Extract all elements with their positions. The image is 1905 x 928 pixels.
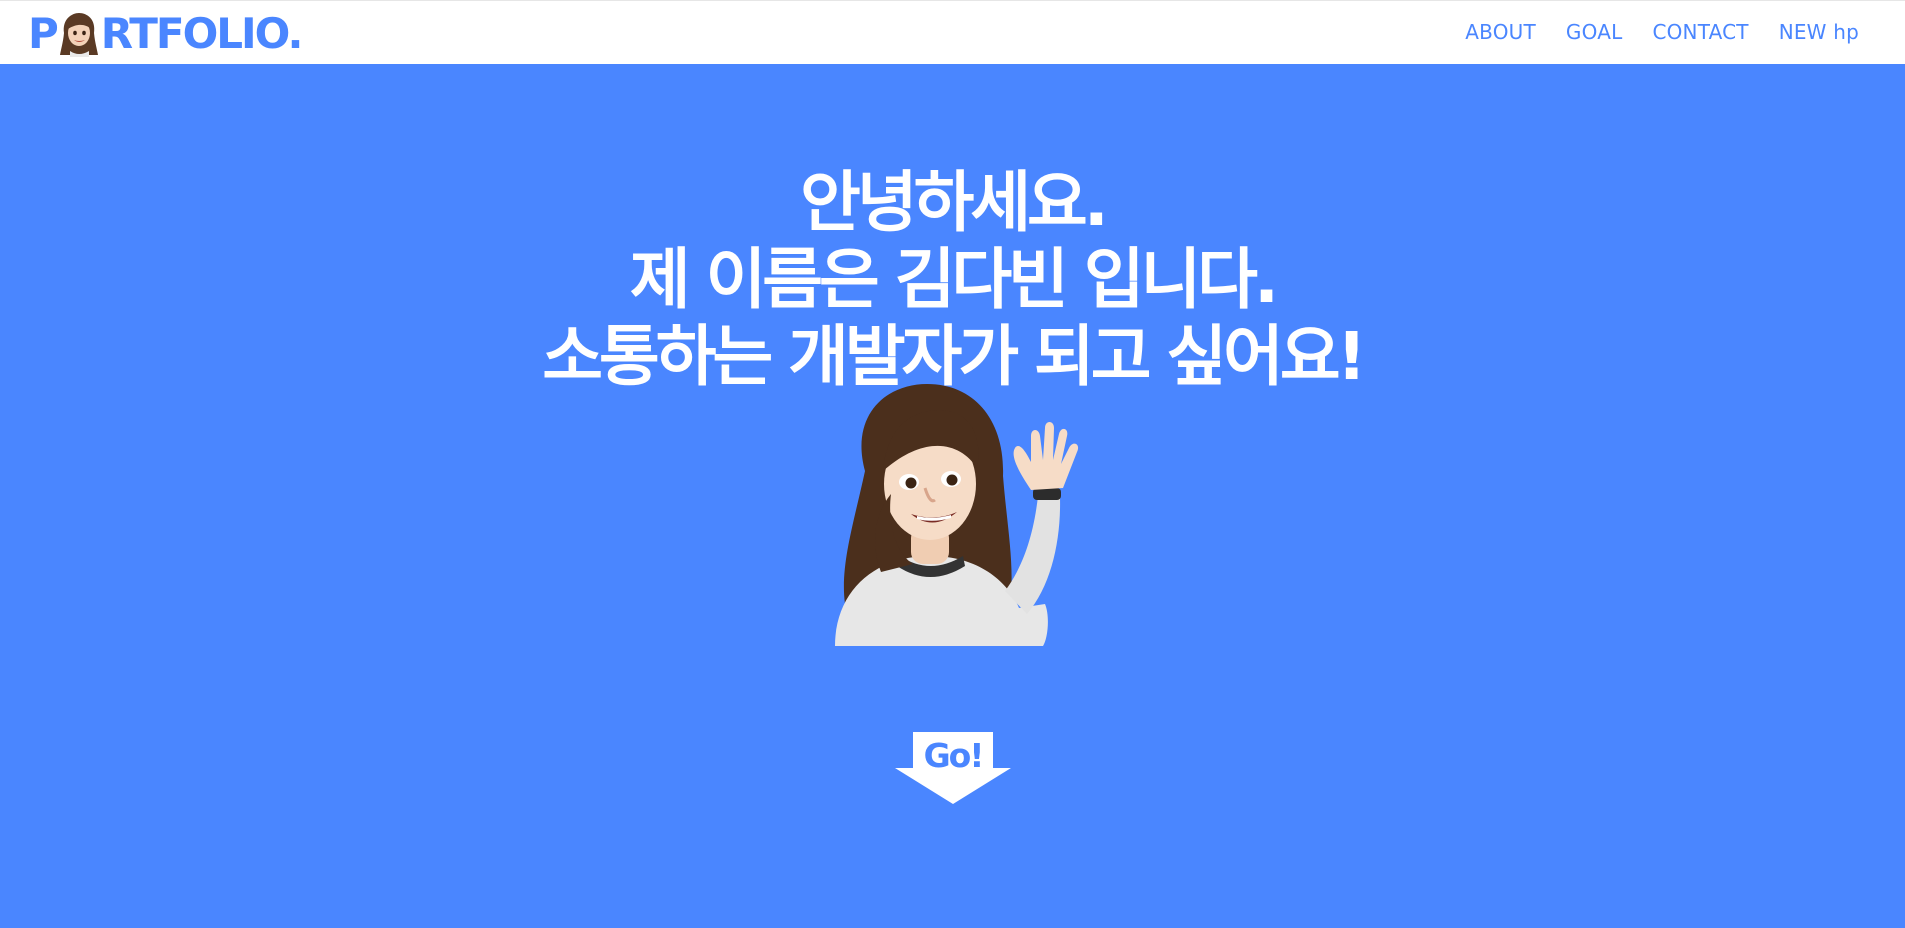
logo-text-start: P — [28, 8, 59, 58]
hero-section: 안녕하세요. 제 이름은 김다빈 입니다. 소통하는 개발자가 되고 싶어요! … — [0, 64, 1905, 928]
portfolio-logo[interactable]: P RTFOLIO. — [28, 5, 304, 61]
top-navigation-bar: P RTFOLIO. ABOUT GOAL CONTACT NEW hp — [0, 0, 1905, 64]
hero-headline: 안녕하세요. 제 이름은 김다빈 입니다. 소통하는 개발자가 되고 싶어요! — [0, 164, 1905, 395]
go-scroll-button[interactable]: Go! — [895, 732, 1011, 804]
headline-line-1: 안녕하세요. — [800, 164, 1109, 241]
nav-item-contact[interactable]: CONTACT — [1652, 20, 1748, 44]
memoji-waving-avatar — [835, 384, 1079, 646]
logo-text-end: RTFOLIO. — [100, 8, 304, 58]
headline-line-2: 제 이름은 김다빈 입니다. — [629, 241, 1279, 318]
memoji-face-icon — [59, 13, 98, 57]
go-label: Go! — [923, 736, 985, 775]
main-nav: ABOUT GOAL CONTACT NEW hp — [1465, 1, 1859, 63]
nav-item-about[interactable]: ABOUT — [1465, 20, 1536, 44]
nav-item-goal[interactable]: GOAL — [1566, 20, 1623, 44]
nav-item-new-hp[interactable]: NEW hp — [1779, 20, 1859, 44]
